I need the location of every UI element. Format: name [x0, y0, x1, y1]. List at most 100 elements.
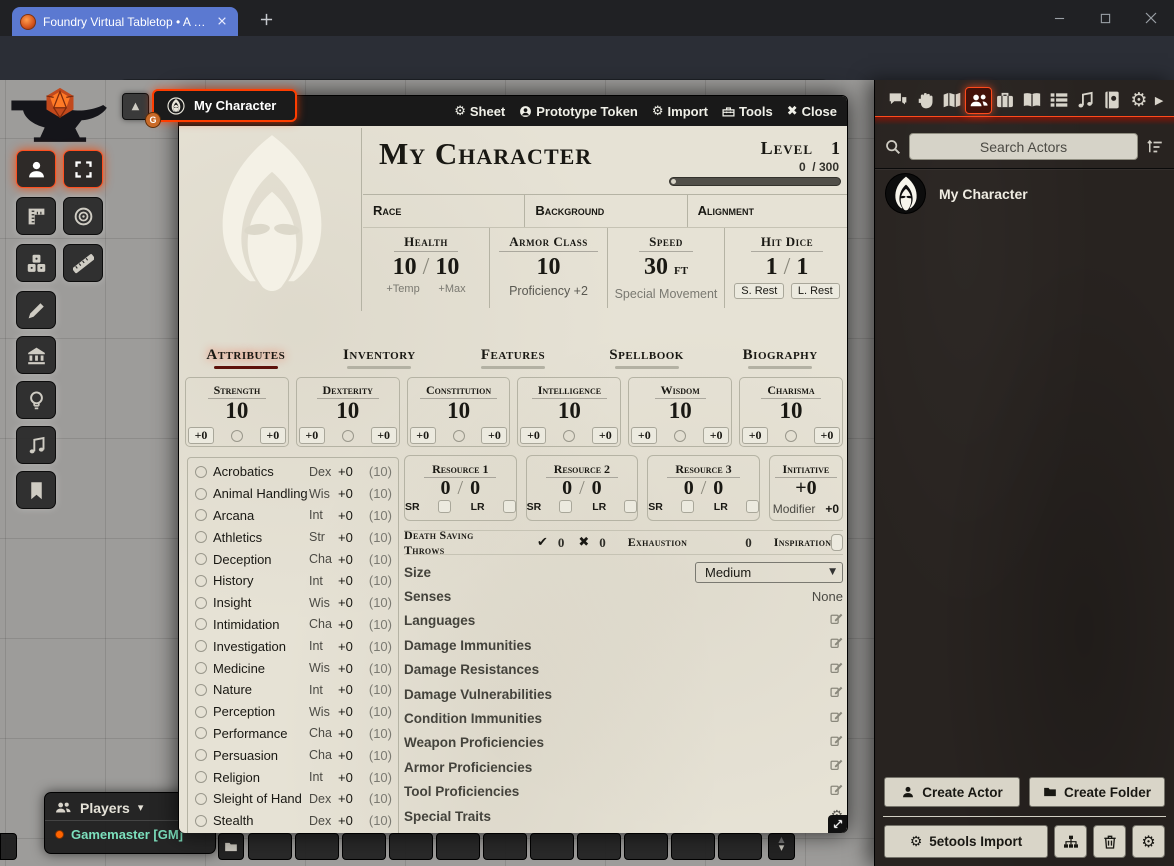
edit-trait-button[interactable] — [830, 710, 843, 728]
5etools-import-button[interactable]: ⚙ 5etools Import — [884, 825, 1048, 858]
edit-trait-button[interactable] — [830, 661, 843, 679]
window-resize-handle[interactable] — [828, 815, 847, 833]
skill-proficiency-radio[interactable] — [195, 488, 207, 500]
token-tool-button[interactable] — [16, 150, 56, 188]
character-portrait[interactable] — [182, 128, 362, 311]
alignment-field[interactable]: Alignment — [688, 195, 847, 227]
ability-box[interactable]: Intelligence 10 +0 +0 — [517, 377, 621, 447]
sr-checkbox[interactable] — [559, 500, 572, 513]
sheet-config-button[interactable]: ⚙Sheet — [454, 104, 505, 119]
tab-scenes[interactable] — [938, 87, 965, 114]
search-actors-input[interactable] — [909, 133, 1138, 160]
skill-row[interactable]: Investigation Int +0 (10) — [195, 635, 392, 657]
macro-slot[interactable] — [624, 833, 668, 860]
close-window-button[interactable]: ✖Close — [787, 104, 837, 119]
skill-proficiency-radio[interactable] — [195, 597, 207, 609]
proficiency-radio[interactable] — [563, 430, 575, 442]
proficiency-radio[interactable] — [674, 430, 686, 442]
skill-proficiency-radio[interactable] — [195, 553, 207, 565]
macro-folder-button[interactable] — [218, 833, 244, 860]
death-fail-count[interactable]: 0 — [599, 535, 606, 551]
skill-row[interactable]: History Int +0 (10) — [195, 570, 392, 592]
proficiency-radio[interactable] — [785, 430, 797, 442]
macro-slot[interactable] — [530, 833, 574, 860]
macro-slot[interactable] — [295, 833, 339, 860]
death-success-icon[interactable]: ✔ — [537, 535, 548, 550]
edit-trait-button[interactable] — [830, 758, 843, 776]
skill-proficiency-radio[interactable] — [195, 640, 207, 652]
macro-slot[interactable] — [436, 833, 480, 860]
skill-proficiency-radio[interactable] — [195, 618, 207, 630]
ability-box[interactable]: Constitution 10 +0 +0 — [407, 377, 511, 447]
size-select[interactable]: Medium▼ — [695, 562, 843, 583]
skill-proficiency-radio[interactable] — [195, 531, 207, 543]
edit-trait-button[interactable] — [830, 734, 843, 752]
tab-items[interactable] — [992, 87, 1019, 114]
edit-trait-button[interactable] — [830, 612, 843, 630]
skill-proficiency-radio[interactable] — [195, 771, 207, 783]
window-close-button[interactable] — [1128, 0, 1174, 36]
skill-row[interactable]: Religion Int +0 (10) — [195, 766, 392, 788]
walls-tool-button[interactable] — [16, 336, 56, 374]
ability-mod[interactable]: +0 — [631, 427, 657, 444]
armor-class-stat[interactable]: Armor Class 10 Proficiency +2 — [490, 228, 608, 308]
macro-slot[interactable] — [342, 833, 386, 860]
prototype-token-button[interactable]: Prototype Token — [519, 104, 638, 119]
hotbar-page-button[interactable]: ▲ ▾ — [768, 833, 795, 860]
create-actor-button[interactable]: Create Actor — [884, 777, 1020, 807]
ability-mod[interactable]: +0 — [520, 427, 546, 444]
sheet-tab[interactable]: Attributes — [179, 343, 313, 369]
tab-settings[interactable]: ⚙ — [1125, 87, 1152, 114]
resource-box[interactable]: Resource 2 0/0 SR LR — [526, 455, 639, 521]
ability-score[interactable]: 10 — [518, 399, 620, 423]
skill-proficiency-radio[interactable] — [195, 793, 207, 805]
ability-mod[interactable]: +0 — [188, 427, 214, 444]
skill-row[interactable]: Performance Cha +0 (10) — [195, 723, 392, 745]
ability-save[interactable]: +0 — [814, 427, 840, 444]
skill-row[interactable]: Animal Handling Wis +0 (10) — [195, 483, 392, 505]
skill-row[interactable]: Arcana Int +0 (10) — [195, 505, 392, 527]
resource-box[interactable]: Resource 1 0/0 SR LR — [404, 455, 517, 521]
ability-save[interactable]: +0 — [481, 427, 507, 444]
character-name[interactable]: My Character — [379, 136, 592, 192]
edit-trait-button[interactable] — [830, 783, 843, 801]
token-nameplate[interactable]: My Character G — [152, 89, 297, 122]
new-tab-button[interactable] — [252, 8, 280, 36]
speed-stat[interactable]: Speed 30 ft Special Movement — [608, 228, 725, 308]
skill-row[interactable]: Insight Wis +0 (10) — [195, 592, 392, 614]
ability-mod[interactable]: +0 — [742, 427, 768, 444]
long-rest-button[interactable]: L. Rest — [791, 283, 840, 299]
inspiration-checkbox[interactable] — [831, 534, 843, 551]
tab-compendium[interactable] — [1099, 87, 1126, 114]
race-field[interactable]: Race — [363, 195, 525, 227]
background-field[interactable]: Background — [525, 195, 687, 227]
lr-checkbox[interactable] — [503, 500, 516, 513]
tab-journal[interactable] — [1019, 87, 1046, 114]
sr-checkbox[interactable] — [438, 500, 451, 513]
browser-tab[interactable]: Foundry Virtual Tabletop • A Stan — [12, 7, 238, 36]
proficiency-radio[interactable] — [453, 430, 465, 442]
ability-mod[interactable]: +0 — [299, 427, 325, 444]
skill-row[interactable]: Sleight of Hand Dex +0 (10) — [195, 788, 392, 810]
edit-trait-button[interactable] — [830, 636, 843, 654]
macro-slot[interactable] — [483, 833, 527, 860]
ability-score[interactable]: 10 — [186, 399, 288, 423]
skill-row[interactable]: Intimidation Cha +0 (10) — [195, 614, 392, 636]
hit-dice-stat[interactable]: Hit Dice 1/1 S. Rest L. Rest — [725, 228, 847, 308]
sounds-tool-button[interactable] — [16, 426, 56, 464]
ability-score[interactable]: 10 — [408, 399, 510, 423]
skill-proficiency-radio[interactable] — [195, 749, 207, 761]
skill-proficiency-radio[interactable] — [195, 509, 207, 521]
macro-slot[interactable] — [389, 833, 433, 860]
tab-actors[interactable] — [965, 87, 992, 114]
ability-score[interactable]: 10 — [740, 399, 842, 423]
skill-row[interactable]: Survival Wis +0 (10) — [195, 832, 392, 833]
skill-proficiency-radio[interactable] — [195, 662, 207, 674]
macro-slot[interactable] — [577, 833, 621, 860]
tab-close-icon[interactable] — [214, 14, 230, 30]
sheet-tab[interactable]: Spellbook — [580, 343, 714, 369]
ability-score[interactable]: 10 — [629, 399, 731, 423]
edit-trait-button[interactable] — [830, 685, 843, 703]
macro-slot[interactable] — [718, 833, 762, 860]
ability-score[interactable]: 10 — [297, 399, 399, 423]
